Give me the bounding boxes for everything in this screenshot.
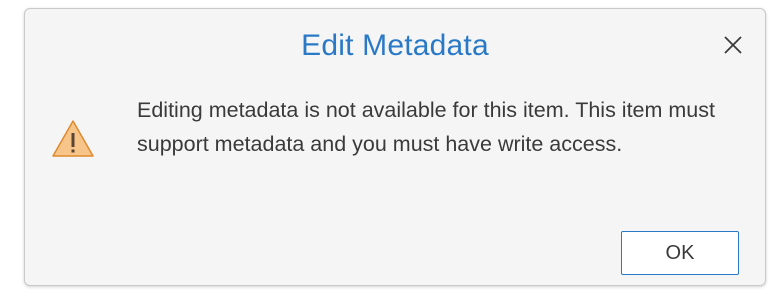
ok-button[interactable]: OK (621, 231, 739, 275)
dialog-title: Edit Metadata (301, 29, 489, 62)
warning-icon (51, 119, 95, 159)
dialog-message: Editing metadata is not available for th… (137, 98, 715, 156)
edit-metadata-dialog: Edit Metadata Editing metadata is not av… (24, 8, 766, 286)
close-button[interactable] (719, 31, 747, 59)
ok-button-label: OK (665, 241, 695, 264)
close-icon (724, 36, 742, 54)
page: Edit Metadata Editing metadata is not av… (0, 0, 771, 293)
